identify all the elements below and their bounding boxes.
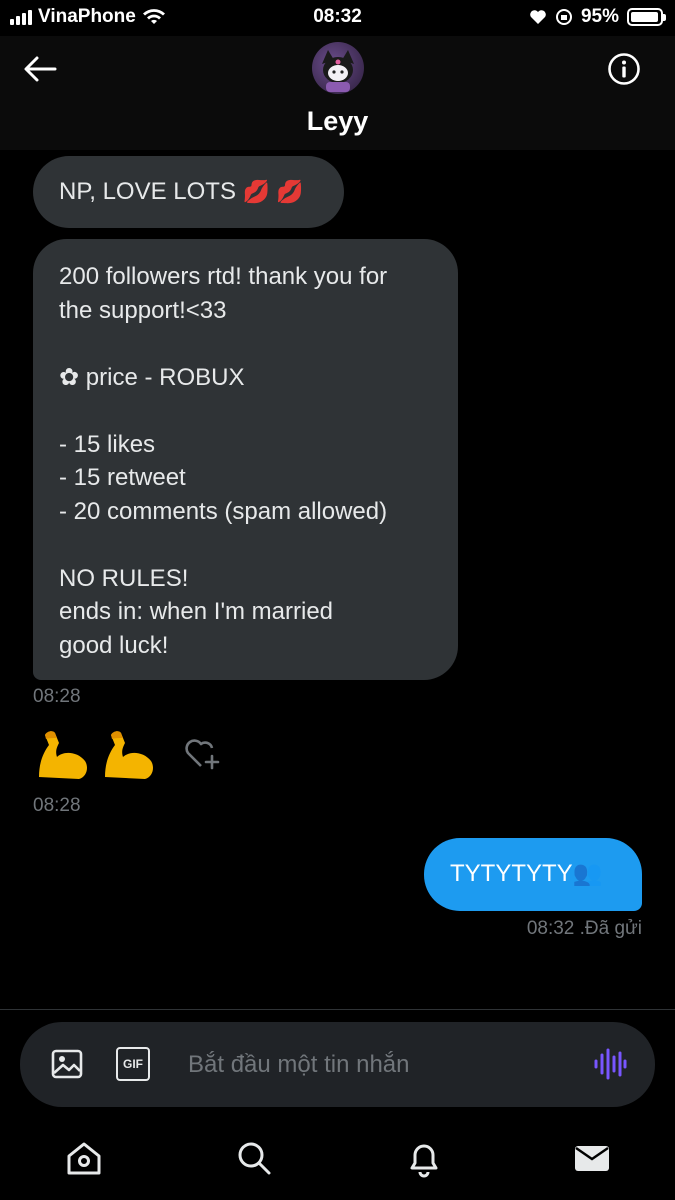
battery-icon (627, 8, 666, 26)
flexed-biceps-icon (39, 731, 87, 779)
message-line: 200 followers rtd! thank you for (59, 263, 388, 290)
message-line (59, 327, 432, 361)
search-icon[interactable] (234, 1138, 274, 1178)
busts-emoji: 👥 (572, 860, 603, 887)
contact-name[interactable]: Leyy (0, 106, 675, 137)
kiss-emoji: 💋 💋 (242, 179, 304, 204)
message-line: - 15 retweet (59, 464, 186, 491)
message-line (59, 394, 432, 428)
gif-label: GIF (123, 1057, 143, 1071)
orientation-lock-icon (555, 9, 572, 25)
heart-plus-icon[interactable] (181, 734, 221, 774)
message-timestamp: 08:28 (33, 686, 81, 707)
battery-fill (631, 12, 658, 22)
message-text: TYTYTYTY (450, 860, 573, 887)
home-icon[interactable] (64, 1138, 104, 1178)
voice-waveform-icon[interactable] (593, 1046, 627, 1082)
bell-icon[interactable] (404, 1138, 444, 1178)
emoji-message[interactable] (33, 725, 221, 783)
message-timestamp: 08:28 (33, 795, 81, 816)
flexed-biceps-icon (105, 731, 153, 779)
status-bar: VinaPhone 08:32 95% (0, 0, 675, 36)
message-text: NP, LOVE LOTS (59, 178, 236, 205)
message-line: NO RULES! (59, 564, 189, 592)
divider (0, 1009, 675, 1010)
avatar-image (322, 50, 354, 92)
message-input[interactable] (188, 1049, 568, 1081)
incoming-message[interactable]: 200 followers rtd! thank you for the sup… (33, 239, 458, 680)
image-icon[interactable] (50, 1047, 84, 1081)
message-line (59, 528, 432, 562)
avatar[interactable] (312, 42, 364, 94)
gif-icon[interactable]: GIF (116, 1047, 150, 1081)
message-line: ✿ price - ROBUX (59, 363, 245, 391)
message-composer: GIF (20, 1022, 655, 1107)
mail-icon[interactable] (572, 1138, 612, 1178)
message-list[interactable]: NP, LOVE LOTS 💋 💋 200 followers rtd! tha… (0, 150, 675, 1010)
conversation-header: Leyy (0, 36, 675, 150)
incoming-message[interactable]: NP, LOVE LOTS 💋 💋 (33, 156, 344, 228)
message-line: the support!<33 (59, 296, 227, 324)
info-icon[interactable] (607, 52, 641, 86)
message-line: - 15 likes (59, 430, 156, 458)
message-line: ends in: when I'm married (59, 598, 334, 625)
message-line: good luck! (59, 631, 169, 659)
message-line: - 20 comments (spam allowed) (59, 497, 388, 525)
battery-percent: 95% (580, 6, 619, 27)
bottom-tab-bar (0, 1120, 675, 1200)
outgoing-message[interactable]: TYTYTYTY👥 (424, 838, 642, 911)
message-sent-status: 08:32 .Đã gửi (526, 918, 642, 939)
back-arrow-icon[interactable] (22, 54, 58, 84)
heart-status-icon (530, 10, 546, 24)
status-right: 95% (529, 6, 666, 28)
